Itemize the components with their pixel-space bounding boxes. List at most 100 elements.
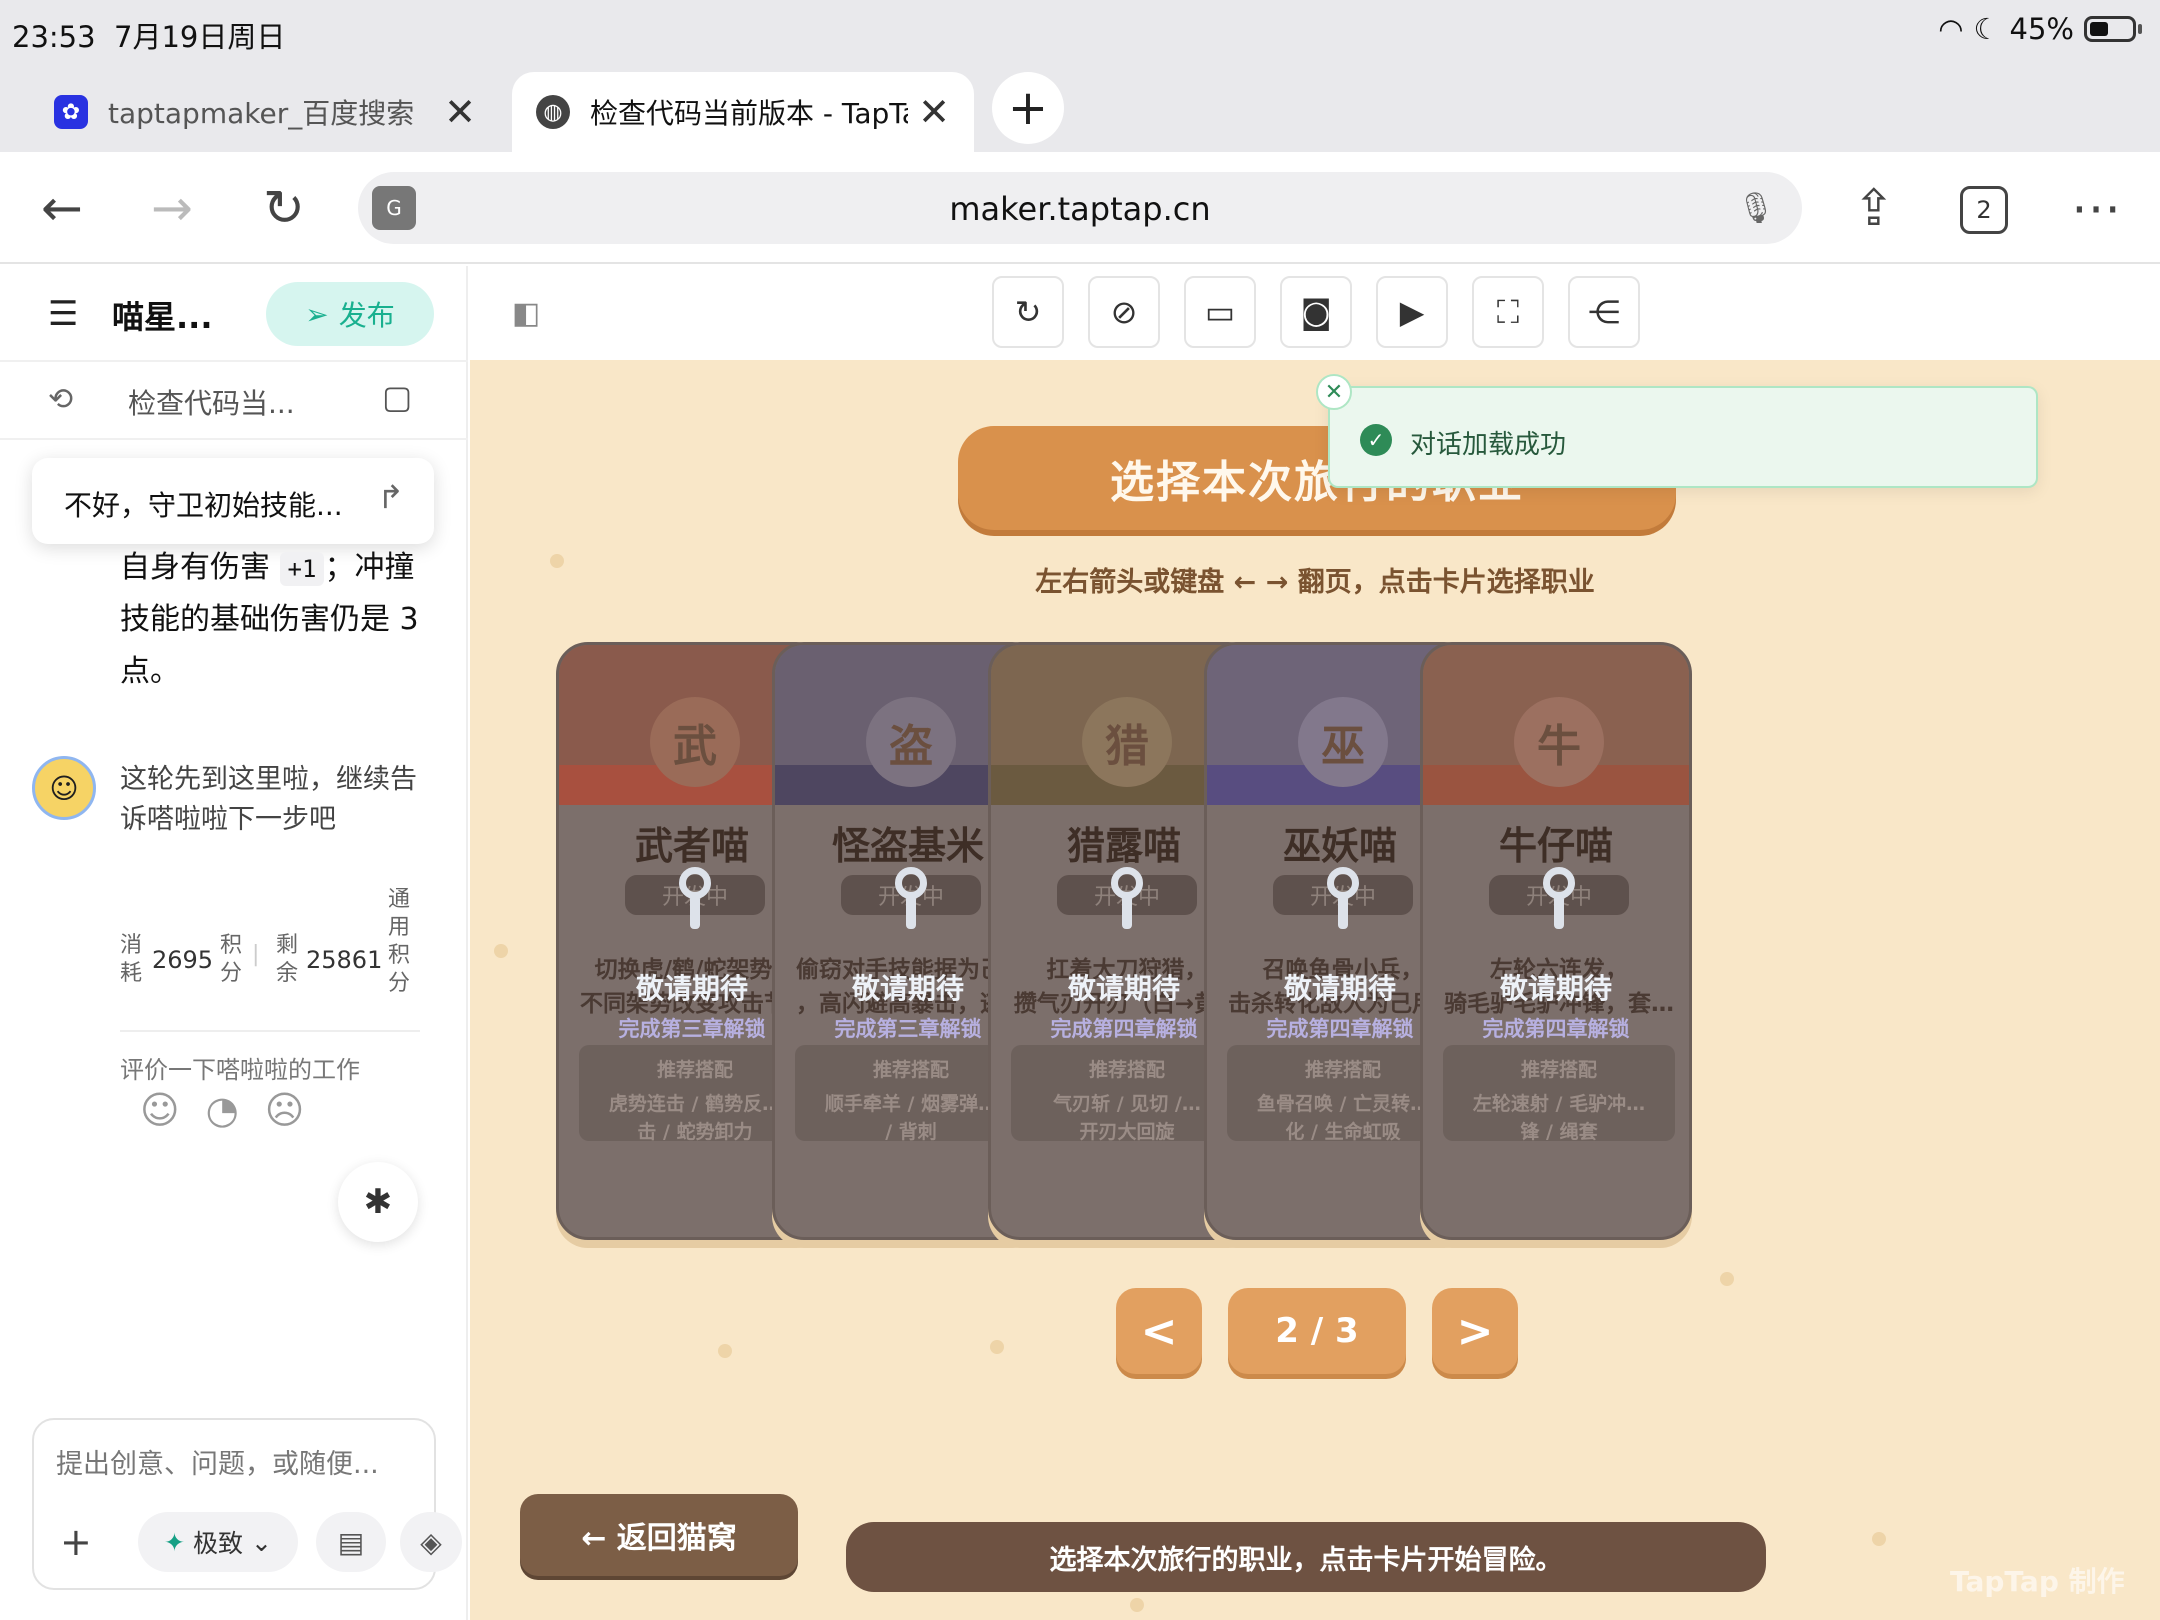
skill-list: 左轮速射 / 毛驴冲… 锋 / 绳套: [1472, 1093, 1646, 1143]
next-page-button[interactable]: >: [1432, 1288, 1518, 1374]
prev-page-button[interactable]: <: [1116, 1288, 1202, 1374]
footer-hint: 选择本次旅行的职业，点击卡片开始冒险。: [846, 1522, 1766, 1592]
forward-arrow-icon[interactable]: →: [140, 176, 204, 240]
consume-label: 消耗: [120, 933, 143, 986]
class-badge: 巫: [1298, 697, 1388, 787]
class-badge: 盗: [866, 697, 956, 787]
share-icon[interactable]: ⇪: [1842, 176, 1906, 240]
fullscreen-icon: ⛶: [1496, 292, 1520, 331]
avatar: ☺: [32, 756, 96, 820]
lock-icon: [891, 867, 931, 929]
video-icon: ▶: [1399, 293, 1425, 331]
code-chip: +1: [279, 552, 325, 586]
remain-label: 剩余: [276, 933, 299, 986]
document-icon: ▤: [337, 1525, 365, 1559]
decor-dot: [1872, 1532, 1886, 1546]
rating-icons: ☺ ◔ ☹: [140, 1088, 304, 1132]
smile-icon[interactable]: ☺: [140, 1088, 180, 1132]
back-to-home-button[interactable]: ← 返回猫窝: [520, 1494, 798, 1576]
more-icon[interactable]: ⋯: [2064, 176, 2128, 240]
refresh-button[interactable]: ↻: [992, 276, 1064, 348]
tab-title: 检查代码当前版本 - TapTa: [590, 97, 909, 130]
tab-active[interactable]: ◍ 检查代码当前版本 - TapTa ✕: [512, 72, 974, 152]
menu-icon[interactable]: ☰: [48, 294, 78, 334]
game-preview: 选择本次旅行的职业 左右箭头或键盘 ← → 翻页，点击卡片选择职业 武武者喵开发…: [470, 360, 2160, 1620]
bot-message: 这轮先到这里啦，继续告诉嗒啦啦下一步吧: [120, 764, 417, 835]
unlock-condition: 完成第四章解锁: [1482, 1017, 1630, 1041]
close-icon[interactable]: ✕: [918, 90, 950, 134]
lock-icon: [1107, 867, 1147, 929]
layers-icon: ◈: [420, 1525, 442, 1559]
bug-report-button[interactable]: ✱: [338, 1162, 418, 1242]
bug-icon: ✱: [363, 1182, 393, 1222]
class-badge: 猎: [1082, 697, 1172, 787]
watermark: TapTap 制作: [1950, 1565, 2125, 1598]
add-attachment-icon[interactable]: +: [60, 1520, 92, 1564]
divider: |: [252, 942, 260, 967]
close-icon[interactable]: ✕: [1316, 374, 1352, 410]
new-chat-icon[interactable]: ▢: [382, 378, 412, 416]
usage-stats: 消耗 2695 积分 | 剩余 25861 通用积分: [120, 886, 420, 1016]
quote-popup[interactable]: 不好，守卫初始技能... ↱: [32, 458, 434, 544]
back-arrow-icon[interactable]: ←: [30, 176, 94, 240]
points-label: 积分: [220, 933, 243, 986]
class-badge: 武: [650, 697, 740, 787]
chat-input[interactable]: [56, 1442, 416, 1486]
check-icon: ✓: [1360, 424, 1392, 456]
lock-icon: [675, 867, 715, 929]
toast-text: 对话加载成功: [1410, 430, 1567, 460]
baidu-icon: ✿: [54, 95, 88, 129]
page-indicator: 2 / 3: [1228, 1288, 1406, 1374]
record-button[interactable]: ▶: [1376, 276, 1448, 348]
close-icon[interactable]: ✕: [444, 90, 476, 134]
project-name[interactable]: 喵星...: [112, 292, 212, 338]
quote-text: 不好，守卫初始技能...: [64, 489, 343, 522]
address-bar-row: ← → ↻ G maker.taptap.cn 🎙 ⇪ 2 ⋯: [0, 152, 2160, 264]
rate-label: 评价一下嗒啦啦的工作: [120, 1056, 360, 1084]
status-time: 23:53 7月19日周日: [12, 20, 286, 54]
neutral-face-icon[interactable]: ◔: [206, 1088, 239, 1132]
class-card[interactable]: 牛牛仔喵开发中左轮六连发，骑毛驴毛驴冲锋，套…敬请期待完成第四章解锁推荐搭配左轮…: [1420, 642, 1692, 1240]
document-button[interactable]: ▤: [316, 1512, 386, 1572]
new-tab-button[interactable]: +: [992, 72, 1064, 144]
recommended-label: 推荐搭配: [1520, 1059, 1597, 1081]
preview-toolbar: ◧ ↻ ⊘ ▭ ◙ ▶ ⛶ ⋲: [470, 266, 2160, 360]
divider: [120, 1030, 420, 1032]
device-button[interactable]: ▭: [1184, 276, 1256, 348]
publish-button[interactable]: ➢ 发布: [266, 282, 434, 346]
toast-notification: ✓ 对话加载成功: [1328, 386, 2038, 488]
decor-dot: [1720, 1272, 1734, 1286]
frown-icon[interactable]: ☹: [265, 1088, 305, 1132]
collapse-sidebar-icon[interactable]: ◧: [512, 296, 540, 331]
fullscreen-button[interactable]: ⛶: [1472, 276, 1544, 348]
battery-percent: 45%: [2009, 12, 2074, 46]
history-icon[interactable]: ⟲: [48, 382, 73, 417]
screenshot-button[interactable]: ◙: [1280, 276, 1352, 348]
chat-input-box: + ✦ 极致 ⌄ ▤ ◈: [32, 1418, 462, 1590]
reload-icon[interactable]: ↻: [252, 176, 316, 240]
forward-icon[interactable]: ↱: [377, 478, 404, 516]
share-nodes-icon: ⋲: [1588, 293, 1620, 331]
class-name: 牛仔喵: [1498, 824, 1613, 868]
share-button[interactable]: ⋲: [1568, 276, 1640, 348]
status-bar: 23:53 7月19日周日 ◠ ☾ 45%: [0, 0, 2160, 62]
devices-icon: ▭: [1204, 293, 1236, 331]
mode-label: 极致: [192, 1529, 243, 1558]
session-title[interactable]: 检查代码当...: [128, 382, 295, 422]
browser-tab-bar: ✿ taptapmaker_百度搜索 ✕ ◍ 检查代码当前版本 - TapTa …: [0, 62, 2160, 152]
decor-dot: [494, 944, 508, 958]
address-bar[interactable]: G maker.taptap.cn 🎙: [358, 172, 1802, 244]
remain-value: 25861: [306, 946, 383, 974]
mode-selector[interactable]: ✦ 极致 ⌄: [138, 1512, 298, 1572]
send-icon: ➢: [305, 297, 329, 331]
hide-button[interactable]: ⊘: [1088, 276, 1160, 348]
wifi-icon: ◠: [1938, 12, 1964, 46]
microphone-icon[interactable]: 🎙: [1734, 186, 1778, 230]
tab-baidu-search[interactable]: ✿ taptapmaker_百度搜索 ✕: [30, 72, 500, 152]
refresh-icon: ↻: [1014, 293, 1042, 331]
layers-button[interactable]: ◈: [400, 1512, 462, 1572]
recommended-skills: 推荐搭配左轮速射 / 毛驴冲… 锋 / 绳套: [1443, 1045, 1675, 1143]
publish-label: 发布: [338, 299, 395, 332]
tab-count-button[interactable]: 2: [1960, 186, 2008, 234]
sidebar-header: ☰ 喵星... ➢ 发布: [0, 266, 468, 360]
